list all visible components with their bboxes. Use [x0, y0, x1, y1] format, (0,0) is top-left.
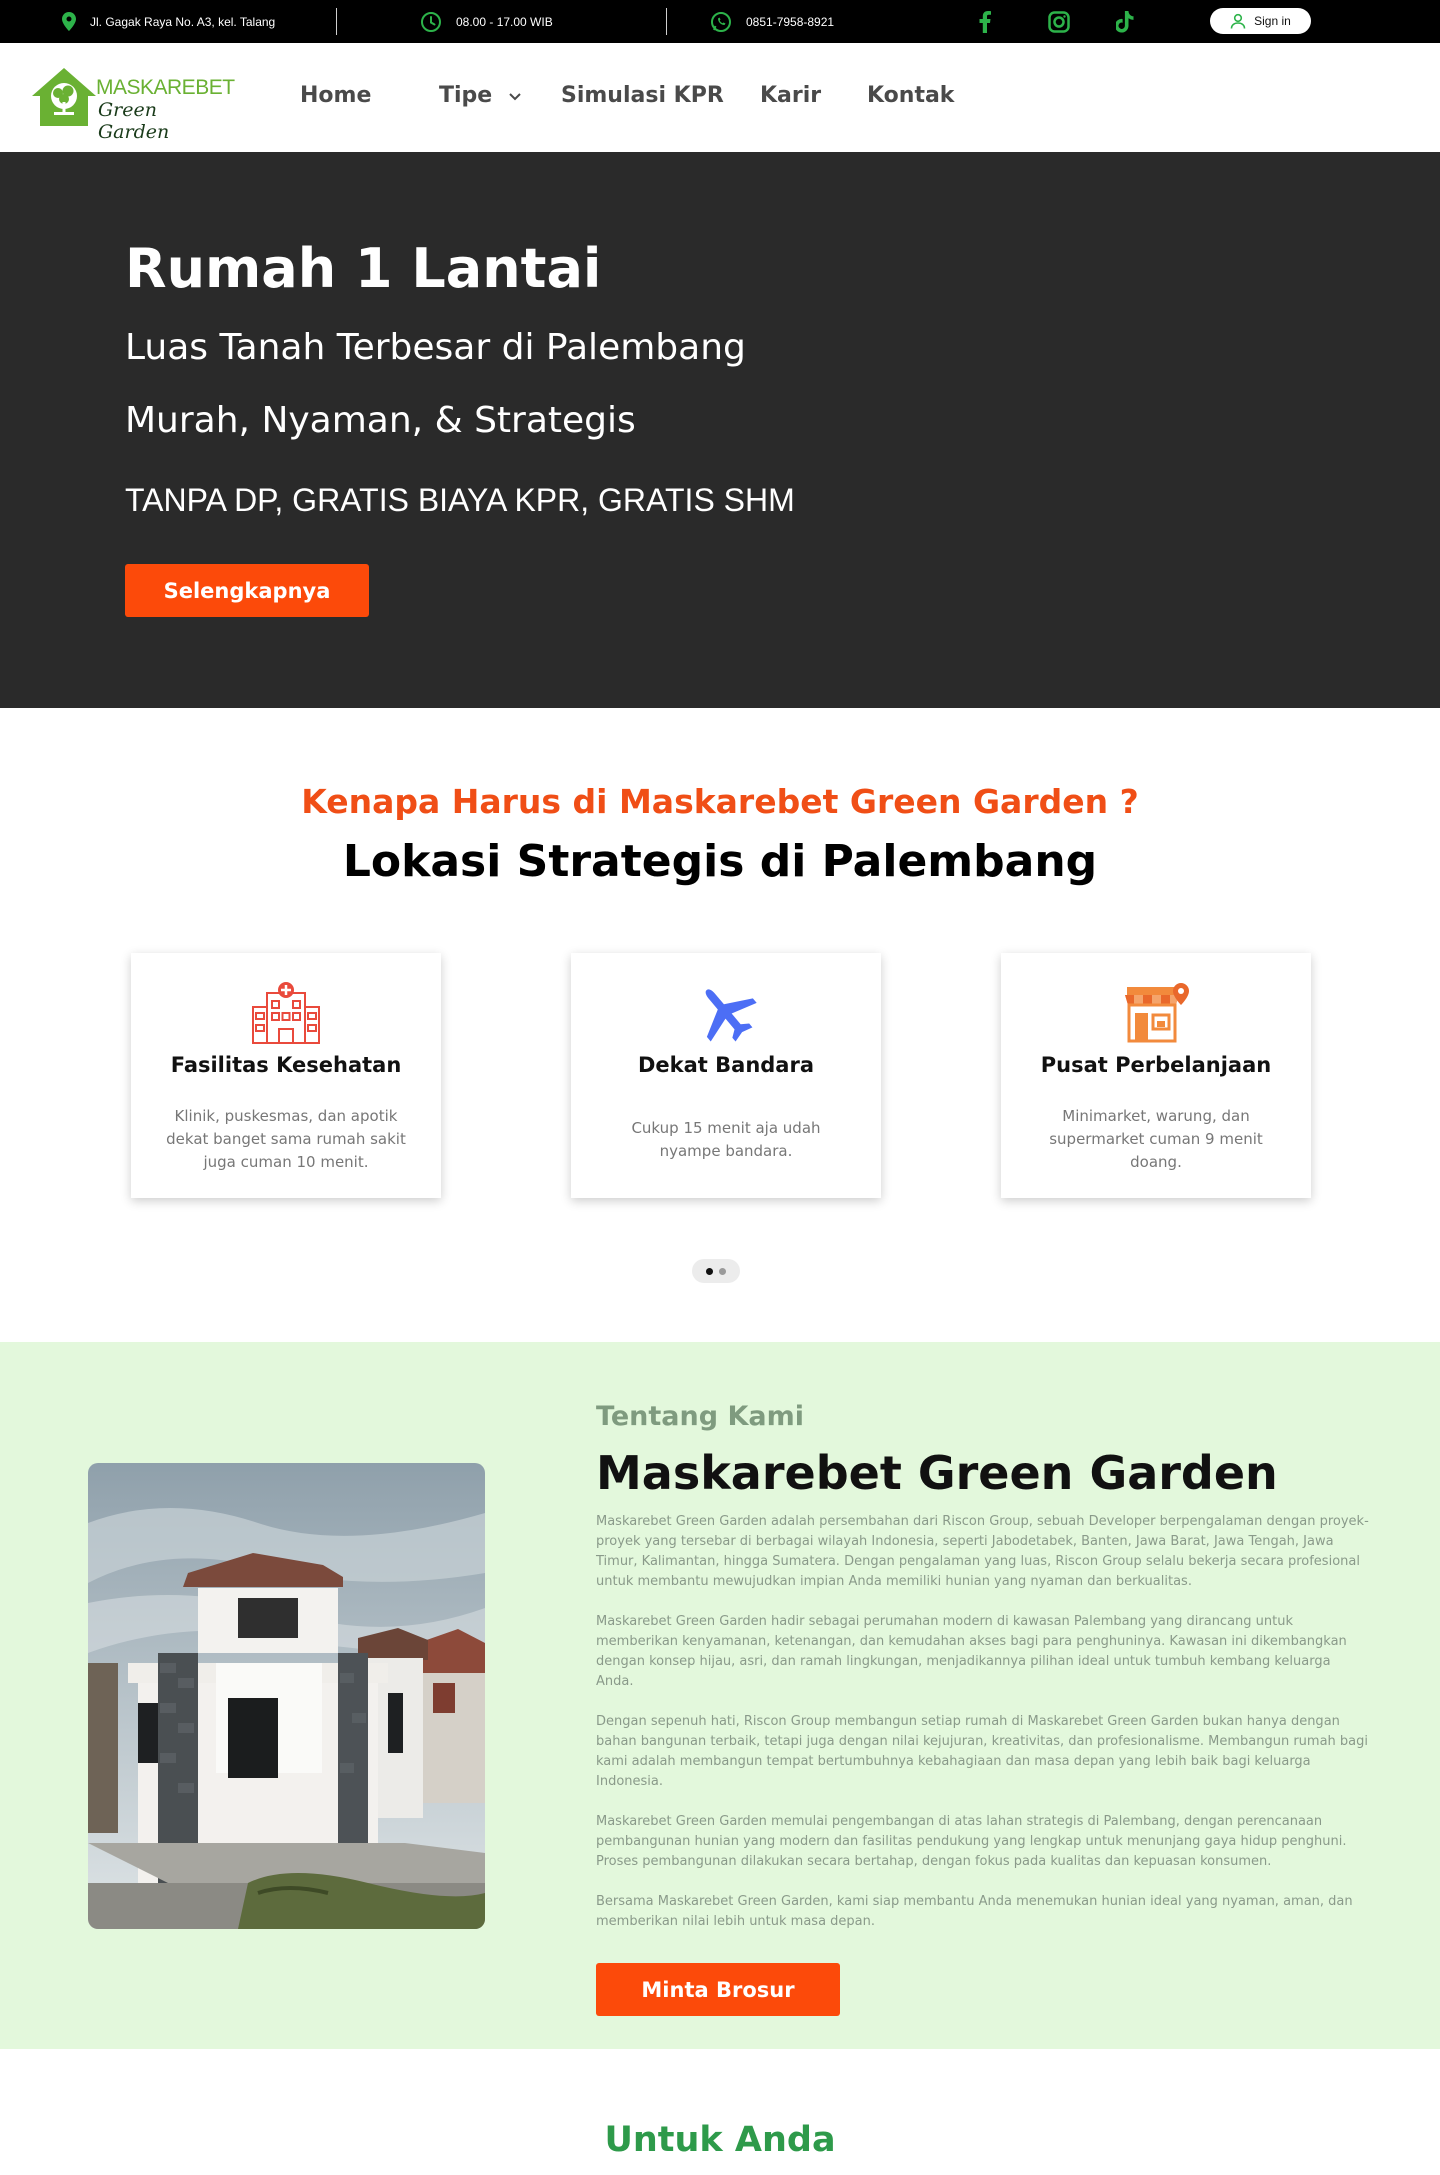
- store-icon: [1125, 983, 1189, 1043]
- address-info: Jl. Gagak Raya No. A3, kel. Talang: [62, 0, 275, 43]
- hours-text: 08.00 - 17.00 WIB: [456, 14, 553, 29]
- chevron-down-icon: [509, 93, 521, 101]
- nav-karir[interactable]: Karir: [760, 83, 821, 108]
- nav-tipe-label: Tipe: [439, 83, 493, 108]
- address-text: Jl. Gagak Raya No. A3, kel. Talang: [90, 14, 276, 29]
- hero-section: Rumah 1 Lantai Luas Tanah Terbesar di Pa…: [0, 152, 1440, 708]
- card-title: Pusat Perbelanjaan: [1040, 1053, 1272, 1077]
- why-title: Lokasi Strategis di Palembang: [342, 836, 1098, 887]
- selengkapnya-button[interactable]: Selengkapnya: [125, 564, 369, 617]
- hero-line-3: TANPA DP, GRATIS BIAYA KPR, GRATIS SHM: [125, 482, 795, 518]
- card-description: Klinik, puskesmas, dan apotik dekat bang…: [166, 1107, 406, 1171]
- house-photo: [88, 1463, 485, 1929]
- carousel-dot[interactable]: [719, 1268, 726, 1275]
- user-icon: [1230, 13, 1246, 29]
- about-paragraph: Maskarebet Green Garden hadir sebagai pe…: [596, 1614, 1347, 1689]
- nav-tipe[interactable]: Tipe: [439, 83, 522, 108]
- signin-label: Sign in: [1254, 14, 1291, 28]
- divider: [336, 8, 337, 35]
- card-description: Minimarket, warung, dan supermarket cuma…: [1049, 1107, 1263, 1171]
- about-paragraph: Dengan sepenuh hati, Riscon Group memban…: [596, 1714, 1369, 1789]
- clock-icon: [421, 11, 441, 32]
- feature-card-health: Fasilitas Kesehatan Klinik, puskesmas, d…: [131, 953, 441, 1198]
- top-bar: Jl. Gagak Raya No. A3, kel. Talang 08.00…: [0, 0, 1440, 43]
- card-title: Dekat Bandara: [637, 1053, 815, 1077]
- brand-logo[interactable]: MASKAREBET Green Garden: [30, 66, 235, 143]
- instagram-icon[interactable]: [1047, 10, 1071, 34]
- tiktok-icon[interactable]: [1113, 10, 1137, 34]
- about-paragraph: Maskarebet Green Garden adalah persembah…: [596, 1514, 1369, 1589]
- logo-text-top: MASKAREBET: [96, 76, 235, 99]
- phone-text: 0851-7958-8921: [746, 14, 835, 29]
- logo-text-bottom: Green Garden: [98, 99, 170, 143]
- house-tree-logo-icon: [32, 68, 96, 126]
- why-subtitle: Kenapa Harus di Maskarebet Green Garden …: [301, 782, 1139, 821]
- card-title: Fasilitas Kesehatan: [170, 1053, 402, 1077]
- site-header: MASKAREBET Green Garden Home Tipe Simula…: [0, 43, 1440, 152]
- airplane-icon: [705, 989, 757, 1042]
- minta-brosur-button[interactable]: Minta Brosur: [596, 1963, 840, 2016]
- feature-card-airport: Dekat Bandara Cukup 15 menit aja udah ny…: [571, 953, 881, 1198]
- about-paragraph: Maskarebet Green Garden memulai pengemba…: [596, 1814, 1347, 1869]
- hero-line-2: Murah, Nyaman, & Strategis: [125, 400, 636, 441]
- hero-line-1: Luas Tanah Terbesar di Palembang: [125, 327, 746, 368]
- divider: [666, 8, 667, 35]
- for-you-title: Untuk Anda: [604, 2120, 836, 2160]
- phone-info[interactable]: 0851-7958-8921: [710, 0, 834, 43]
- map-pin-icon: [62, 12, 76, 31]
- feature-card-shopping: Pusat Perbelanjaan Minimarket, warung, d…: [1001, 953, 1311, 1198]
- card-description: Cukup 15 menit aja udah nyampe bandara.: [631, 1119, 821, 1160]
- carousel-dot-active[interactable]: [706, 1268, 713, 1275]
- carousel-pagination: [692, 1259, 740, 1283]
- nav-home[interactable]: Home: [300, 83, 371, 108]
- whatsapp-icon: [711, 11, 731, 32]
- facebook-icon[interactable]: [973, 10, 997, 34]
- nav-kontak[interactable]: Kontak: [867, 83, 954, 108]
- about-title: Maskarebet Green Garden: [596, 1446, 1278, 1500]
- hours-info: 08.00 - 17.00 WIB: [420, 0, 553, 43]
- hero-title: Rumah 1 Lantai: [125, 237, 602, 300]
- about-kicker: Tentang Kami: [596, 1401, 804, 1432]
- about-section: Tentang Kami Maskarebet Green Garden Mas…: [0, 1342, 1440, 2049]
- nav-simulasi-kpr[interactable]: Simulasi KPR: [561, 83, 724, 108]
- about-paragraph: Bersama Maskarebet Green Garden, kami si…: [596, 1894, 1353, 1929]
- signin-button[interactable]: Sign in: [1210, 8, 1311, 34]
- hospital-icon: [252, 982, 320, 1044]
